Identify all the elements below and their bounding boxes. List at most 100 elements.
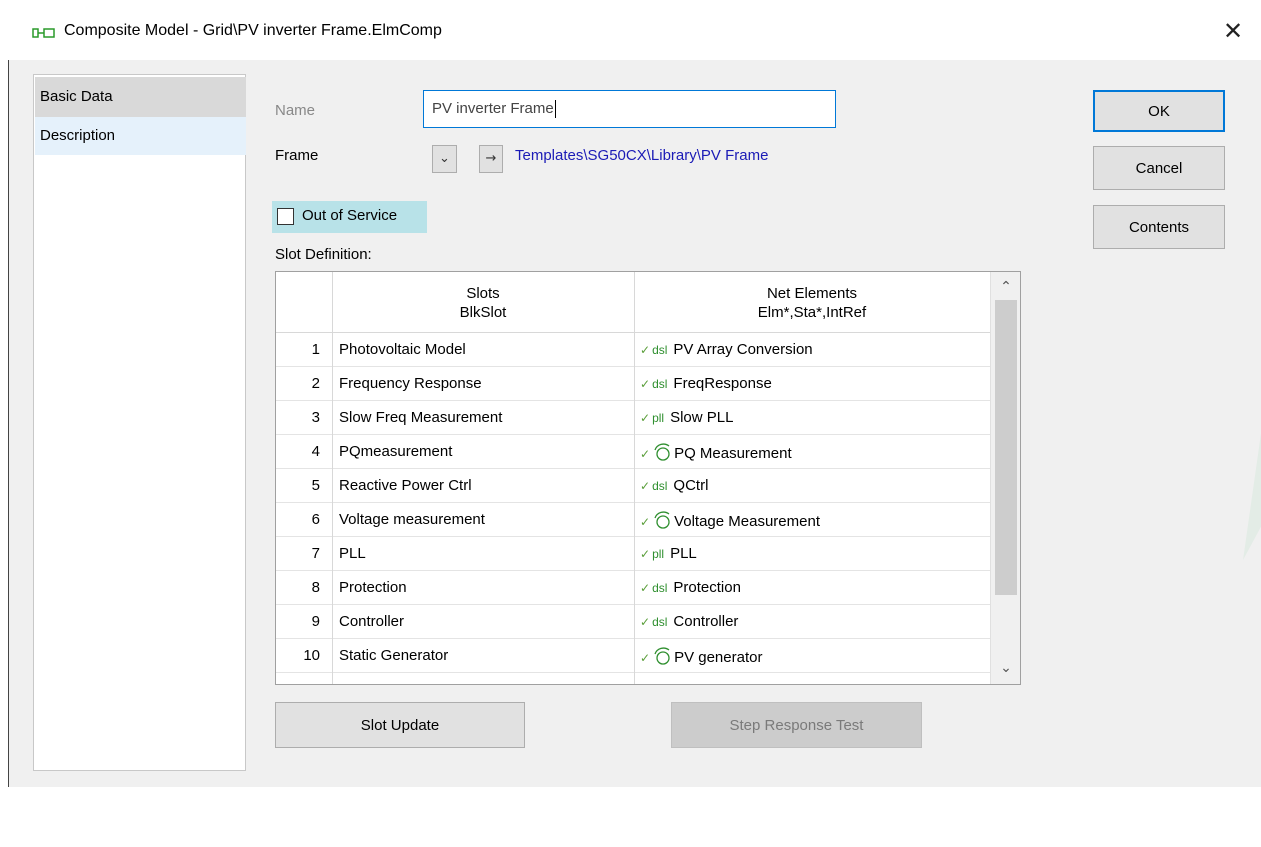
row-number-header — [276, 272, 332, 333]
arrow-right-icon[interactable]: → — [479, 145, 503, 173]
step-response-test-button[interactable]: Step Response Test — [671, 702, 922, 748]
net-element-cell[interactable]: ✓ PV generator — [640, 647, 762, 666]
nav-item-basic-data[interactable]: Basic Data — [35, 77, 246, 117]
net-element-name: Controller — [673, 613, 739, 630]
net-element-cell[interactable]: ✓ pll PLL — [640, 545, 697, 562]
dsl-type-badge: dsl — [652, 479, 668, 493]
pq-measurement-icon — [654, 443, 670, 461]
table-row[interactable]: 1 Photovoltaic Model ✓ dsl PV Array Conversi… — [276, 333, 990, 367]
table-row[interactable]: 5 Reactive Power Ctrl ✓ dsl QCtrl — [276, 469, 990, 503]
net-element-cell[interactable]: ✓ dsl FreqResponse — [640, 375, 772, 392]
net-elements-column-header[interactable]: Net Elements Elm*,Sta*,IntRef — [634, 272, 990, 333]
slot-update-button[interactable]: Slot Update — [275, 702, 525, 748]
voltage-measurement-icon — [654, 511, 670, 529]
net-element-cell[interactable]: ✓ dsl Controller — [640, 613, 738, 630]
slots-header-class: BlkSlot — [459, 304, 507, 321]
out-of-service-option[interactable]: Out of Service — [272, 201, 427, 233]
ok-button[interactable]: OK — [1093, 90, 1225, 132]
table-row[interactable]: 3 Slow Freq Measurement ✓ pll Slow PLL — [276, 401, 990, 435]
slot-name-cell[interactable]: Static Generator — [339, 647, 448, 664]
name-input[interactable]: PV inverter Frame — [423, 90, 836, 128]
out-of-service-checkbox[interactable] — [277, 208, 294, 225]
slots-column-header[interactable]: Slots BlkSlot — [332, 272, 634, 333]
table-row[interactable]: 6 Voltage measurement ✓ Voltage Measurement — [276, 503, 990, 537]
slot-name-cell[interactable]: Controller — [339, 613, 404, 630]
net-element-name: Protection — [673, 579, 741, 596]
table-row[interactable]: 9 Controller ✓ dsl Controller — [276, 605, 990, 639]
window-title: Composite Model - Grid\PV inverter Frame… — [64, 22, 442, 39]
net-element-name: QCtrl — [673, 477, 709, 494]
slot-name-cell[interactable]: Protection — [339, 579, 407, 596]
name-value: PV inverter Frame — [432, 100, 554, 117]
check-icon: ✓ — [640, 479, 651, 493]
net-element-cell[interactable]: ✓ dsl QCtrl — [640, 477, 708, 494]
net-header-class: Elm*,Sta*,IntRef — [757, 304, 867, 321]
scroll-down-icon[interactable]: ⌄ — [991, 655, 1020, 681]
scroll-up-icon[interactable]: ⌃ — [991, 274, 1020, 300]
column-divider — [332, 272, 333, 684]
slot-name-cell[interactable]: Slow Freq Measurement — [339, 409, 502, 426]
table-row[interactable]: 8 Protection ✓ dsl Protection — [276, 571, 990, 605]
pv-generator-icon — [654, 647, 670, 665]
net-element-name: PLL — [670, 545, 697, 562]
slot-name-cell[interactable]: Photovoltaic Model — [339, 341, 466, 358]
slot-name-cell[interactable]: PLL — [339, 545, 366, 562]
check-icon: ✓ — [640, 411, 651, 425]
close-icon[interactable]: ✕ — [1218, 16, 1248, 46]
slot-name-cell[interactable]: Reactive Power Ctrl — [339, 477, 472, 494]
column-divider — [634, 272, 635, 684]
net-header-title: Net Elements — [766, 285, 858, 302]
net-element-name: FreqResponse — [673, 375, 772, 392]
table-row[interactable]: 4 PQmeasurement ✓ PQ Measurement — [276, 435, 990, 469]
check-icon: ✓ — [640, 581, 651, 595]
vertical-scrollbar[interactable]: ⌃ ⌄ — [990, 272, 1020, 684]
slot-definition-table: Slots BlkSlot Net Elements Elm*,Sta*,Int… — [275, 271, 1021, 685]
check-icon: ✓ — [640, 515, 651, 529]
dsl-type-badge: dsl — [652, 581, 668, 595]
slots-header-title: Slots — [466, 285, 500, 302]
net-element-cell[interactable]: ✓ PQ Measurement — [640, 443, 792, 462]
slot-name-cell[interactable]: Frequency Response — [339, 375, 482, 392]
dsl-type-badge: dsl — [652, 343, 668, 357]
row-number: 5 — [311, 477, 320, 494]
composite-model-icon — [32, 28, 55, 38]
table-row[interactable]: 10 Static Generator ✓ PV generator — [276, 639, 990, 673]
row-number: 3 — [311, 409, 320, 426]
cancel-button[interactable]: Cancel — [1093, 146, 1225, 190]
page-navigation: Basic Data Description — [33, 74, 246, 771]
row-number: 4 — [311, 443, 320, 460]
table-row[interactable]: 2 Frequency Response ✓ dsl FreqResponse — [276, 367, 990, 401]
slot-name-cell[interactable]: Voltage measurement — [339, 511, 485, 528]
check-icon: ✓ — [640, 343, 651, 357]
check-icon: ✓ — [640, 547, 651, 561]
net-element-cell[interactable]: ✓ Voltage Measurement — [640, 511, 820, 530]
row-number: 6 — [311, 511, 320, 528]
net-element-cell[interactable]: ✓ dsl Protection — [640, 579, 741, 596]
dsl-type-badge: dsl — [652, 615, 668, 629]
check-icon: ✓ — [640, 615, 651, 629]
name-label: Name — [275, 102, 316, 119]
check-icon: ✓ — [640, 651, 651, 665]
row-number: 10 — [303, 647, 320, 664]
row-number: 1 — [311, 341, 320, 358]
net-element-name: Voltage Measurement — [674, 513, 820, 530]
nav-item-description[interactable]: Description — [35, 117, 246, 155]
text-caret — [554, 100, 556, 119]
pll-type-badge: pll — [652, 547, 665, 561]
net-element-name: PV Array Conversion — [673, 341, 813, 358]
watermark-decoration — [1243, 433, 1261, 560]
frame-path-link[interactable]: Templates\SG50CX\Library\PV Frame — [515, 147, 768, 164]
scrollbar-thumb[interactable] — [995, 300, 1017, 595]
contents-button[interactable]: Contents — [1093, 205, 1225, 249]
table-row[interactable]: 7 PLL ✓ pll PLL — [276, 537, 990, 571]
net-element-cell[interactable]: ✓ dsl PV Array Conversion — [640, 341, 813, 358]
net-element-name: PV generator — [674, 649, 763, 666]
row-number: 9 — [311, 613, 320, 630]
net-element-cell[interactable]: ✓ pll Slow PLL — [640, 409, 733, 426]
chevron-down-icon[interactable]: ⌄ — [432, 145, 457, 173]
row-number: 2 — [311, 375, 320, 392]
row-number: 8 — [311, 579, 320, 596]
frame-label: Frame — [275, 147, 319, 164]
slot-name-cell[interactable]: PQmeasurement — [339, 443, 452, 460]
check-icon: ✓ — [640, 447, 651, 461]
